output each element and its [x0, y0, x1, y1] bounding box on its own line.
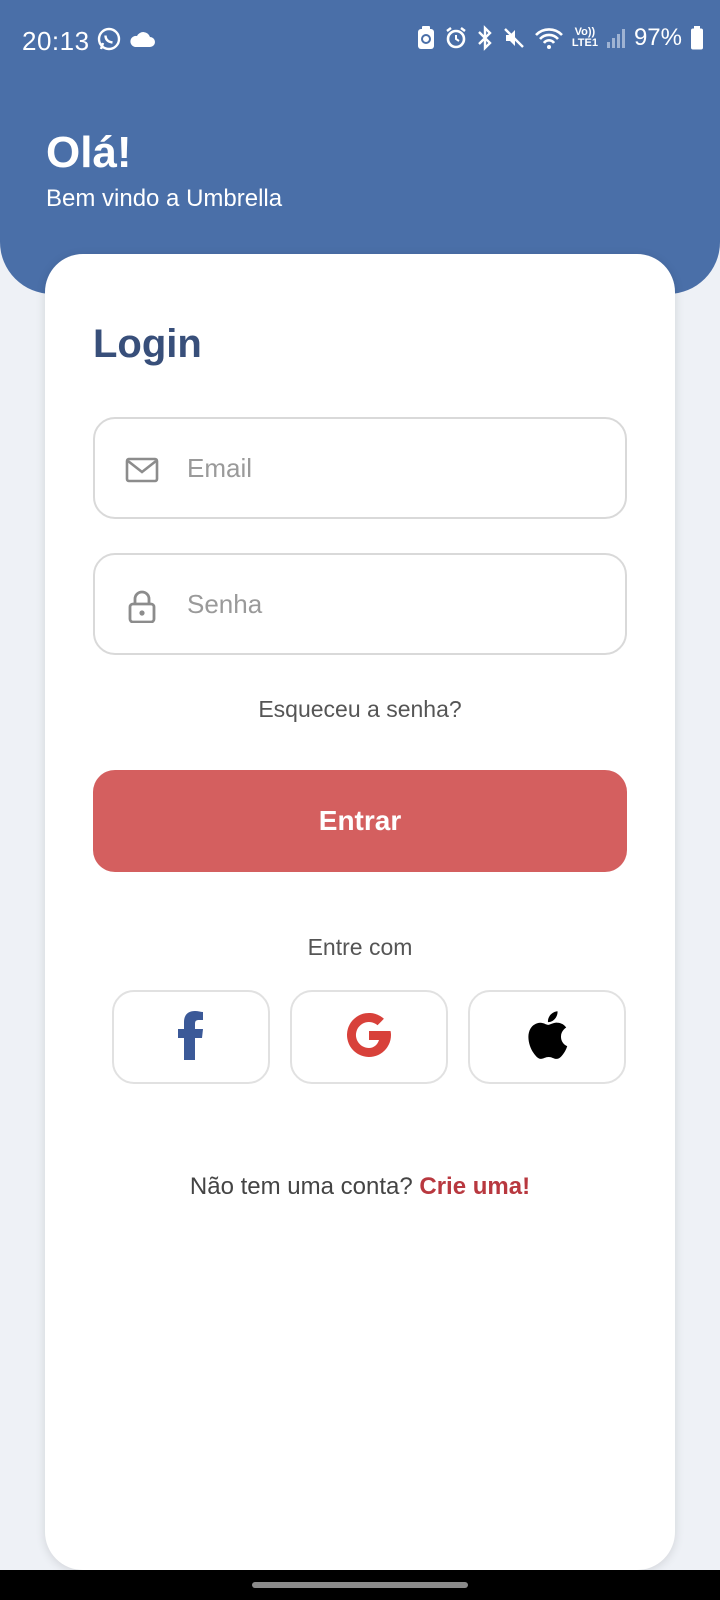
- apple-icon: [525, 1009, 569, 1066]
- navigation-bar: [0, 1570, 720, 1600]
- greeting-subtitle: Bem vindo a Umbrella: [46, 185, 283, 212]
- header: 20:13 Vo)) LTE1 97% Olá! Bem vindo a Umb…: [0, 0, 720, 294]
- bluetooth-icon: [476, 25, 494, 51]
- alarm-icon: [444, 26, 468, 50]
- google-login-button[interactable]: [290, 990, 448, 1084]
- greeting-title: Olá!: [46, 128, 132, 177]
- facebook-login-button[interactable]: [112, 990, 270, 1084]
- signal-icon: [606, 27, 626, 49]
- social-login-label: Entre com: [307, 934, 413, 960]
- facebook-icon: [178, 1010, 204, 1065]
- wifi-icon: [534, 26, 564, 50]
- mute-icon: [502, 26, 526, 50]
- home-handle[interactable]: [252, 1582, 468, 1588]
- apple-login-button[interactable]: [468, 990, 626, 1084]
- password-input[interactable]: [187, 555, 607, 653]
- google-icon: [345, 1011, 393, 1064]
- cloud-icon: [128, 29, 156, 49]
- status-bar: 20:13 Vo)) LTE1 97%: [0, 0, 720, 80]
- status-time: 20:13: [22, 26, 90, 56]
- volte-icon: Vo)) LTE1: [571, 26, 598, 49]
- login-screen: 20:13 Vo)) LTE1 97% Olá! Bem vindo a Umb…: [0, 0, 720, 1600]
- signup-link[interactable]: Crie uma!: [419, 1173, 530, 1200]
- login-card: Login Esqueceu a senha? Entrar Entre com: [45, 254, 675, 1570]
- email-field[interactable]: [93, 417, 627, 519]
- signup-row: Não tem uma conta? Crie uma!: [45, 1173, 675, 1201]
- battery-icon: [690, 25, 704, 51]
- lock-icon: [125, 589, 159, 624]
- battery-percent: 97%: [633, 24, 682, 51]
- mail-icon: [125, 453, 159, 487]
- login-button[interactable]: Entrar: [93, 770, 627, 872]
- battery-saver-icon: [416, 25, 436, 51]
- password-field[interactable]: [93, 553, 627, 655]
- login-title: Login: [93, 322, 202, 366]
- forgot-password-link[interactable]: Esqueceu a senha?: [45, 696, 675, 723]
- email-input[interactable]: [187, 419, 607, 517]
- signup-prompt: Não tem uma conta?: [189, 1173, 420, 1200]
- whatsapp-icon: [96, 26, 122, 52]
